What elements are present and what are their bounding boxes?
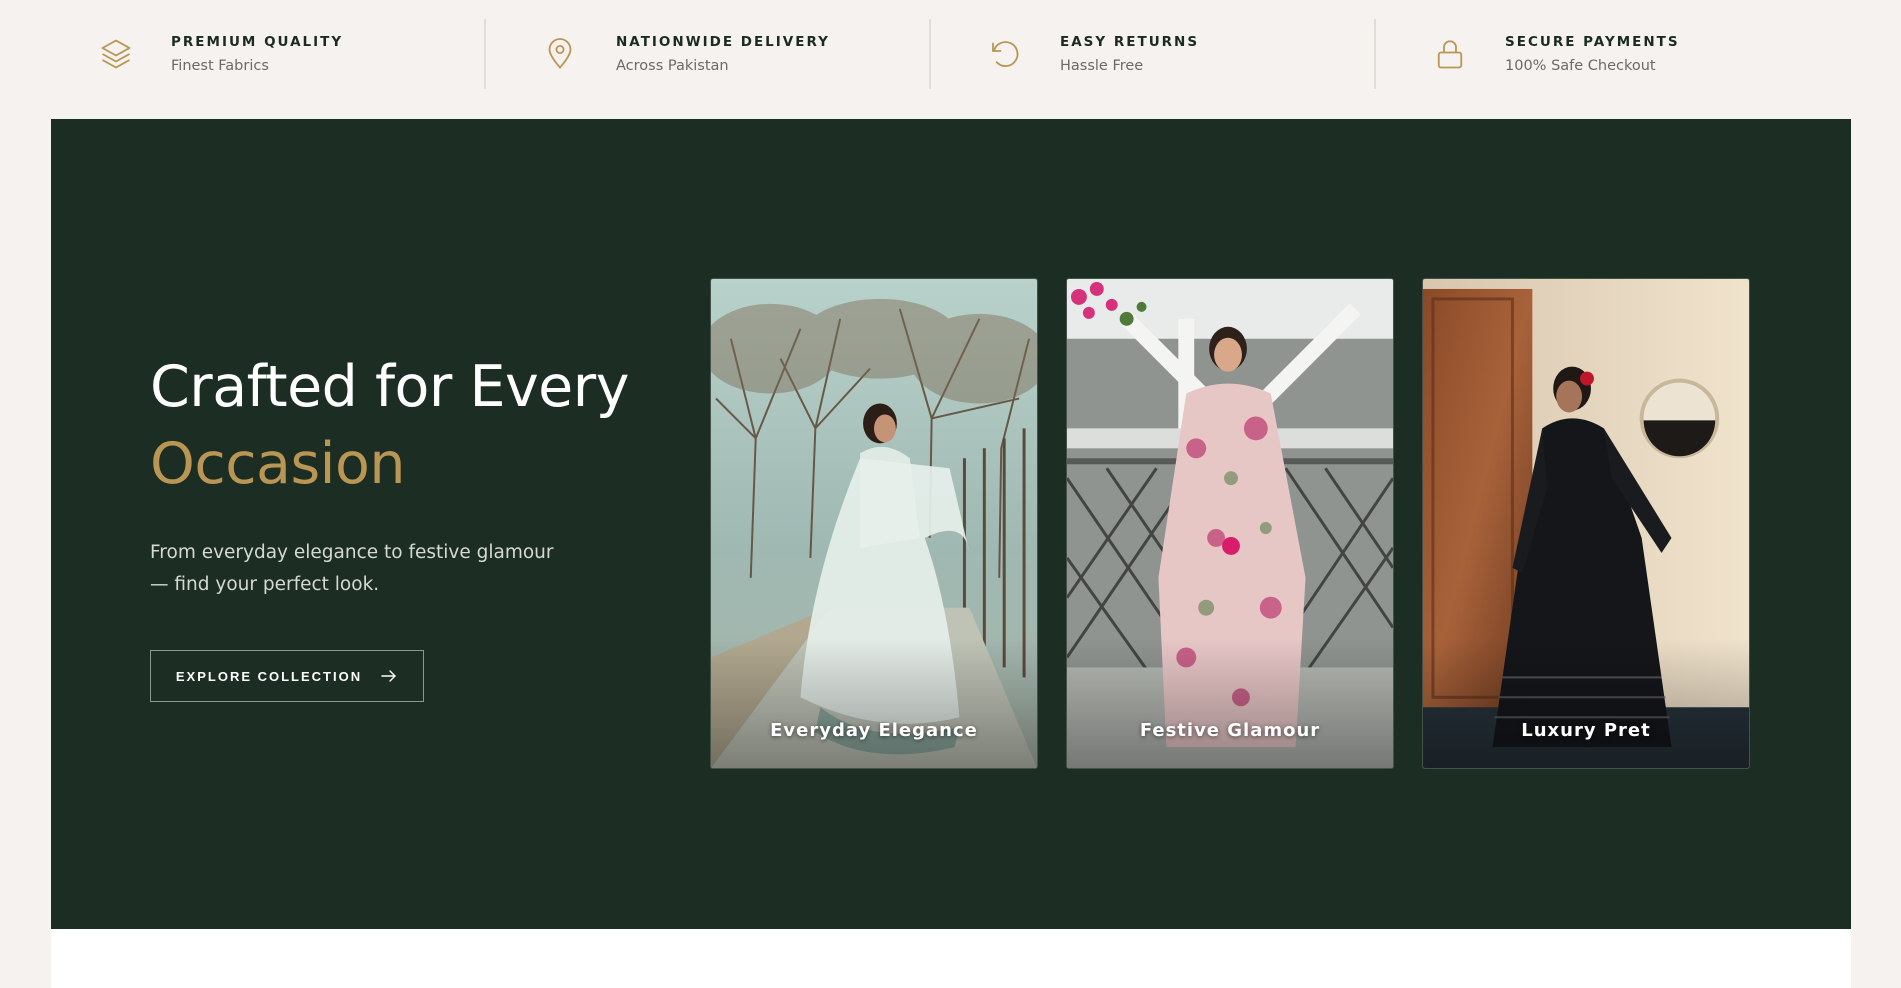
features-bar: PREMIUM QUALITY Finest Fabrics NATIONWID… <box>0 0 1901 119</box>
feature-divider <box>929 19 931 89</box>
rotate-ccw-icon <box>985 34 1025 74</box>
feature-title: PREMIUM QUALITY <box>171 34 344 50</box>
collection-card-label: Festive Glamour <box>1139 720 1321 741</box>
feature-subtitle: Across Pakistan <box>616 58 729 74</box>
collection-card-everyday-elegance[interactable]: Everyday Elegance <box>710 278 1038 769</box>
collection-card-label: Luxury Pret <box>1521 720 1651 741</box>
feature-title: SECURE PAYMENTS <box>1505 34 1680 50</box>
layers-icon <box>96 34 136 74</box>
headline-accent: Occasion <box>150 431 406 497</box>
hero-section: Crafted for Every Occasion From everyday… <box>51 119 1851 929</box>
arrow-right-icon <box>381 670 396 682</box>
collection-card-festive-glamour[interactable]: Festive Glamour <box>1066 278 1394 769</box>
card-shade <box>1067 638 1393 768</box>
hero-headline: Crafted for Every Occasion <box>150 349 629 503</box>
feature-subtitle: Finest Fabrics <box>171 58 269 74</box>
next-section-strip <box>51 929 1851 988</box>
feature-divider <box>484 19 486 89</box>
explore-collection-label: EXPLORE COLLECTION <box>175 668 363 684</box>
feature-divider <box>1374 19 1376 89</box>
explore-collection-button[interactable]: EXPLORE COLLECTION <box>150 650 424 702</box>
collection-card-luxury-pret[interactable]: Luxury Pret <box>1422 278 1750 769</box>
feature-title: NATIONWIDE DELIVERY <box>616 34 830 50</box>
card-shade <box>711 638 1037 768</box>
feature-title: EASY RETURNS <box>1060 34 1200 50</box>
feature-subtitle: Hassle Free <box>1060 58 1144 74</box>
hero-lead-text: From everyday elegance to festive glamou… <box>150 542 554 595</box>
headline-line-1: Crafted for Every <box>150 354 629 420</box>
feature-subtitle: 100% Safe Checkout <box>1505 58 1656 74</box>
card-shade <box>1423 638 1749 768</box>
map-pin-icon <box>540 34 580 74</box>
lock-icon <box>1430 34 1470 74</box>
collection-card-label: Everyday Elegance <box>770 720 978 741</box>
